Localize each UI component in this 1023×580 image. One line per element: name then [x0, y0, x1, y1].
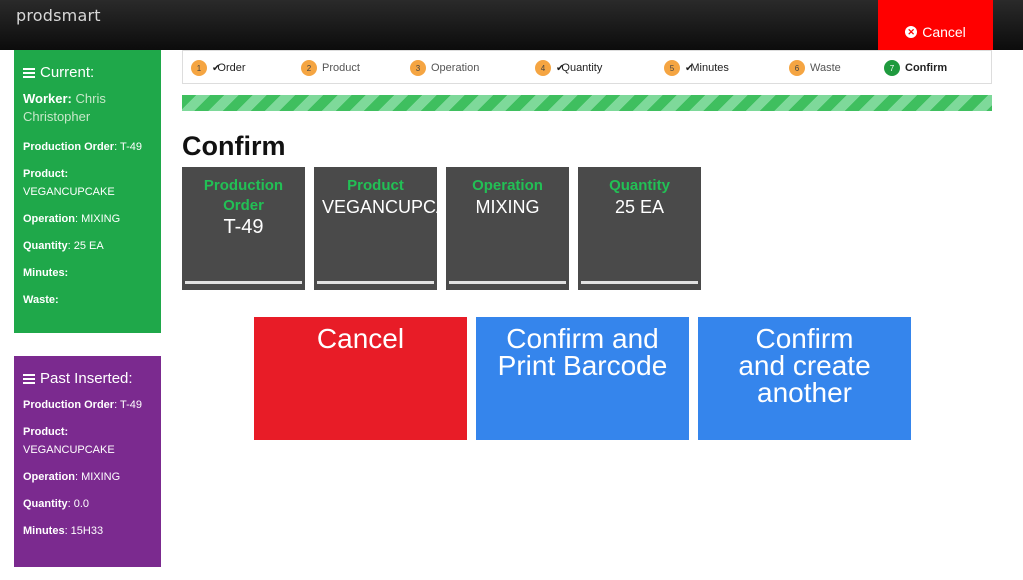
- step-product[interactable]: 2 Product: [301, 60, 360, 76]
- step-order[interactable]: 1 ✔Order: [191, 60, 246, 76]
- menu-icon: [23, 67, 35, 78]
- past-quantity-label: Quantity: [23, 498, 68, 510]
- past-minutes: Minutes: 15H33: [23, 522, 152, 540]
- current-quantity: Quantity: 25 EA: [23, 237, 152, 255]
- step-minutes[interactable]: 5 ✔Minutes: [664, 60, 729, 76]
- past-panel-title: Past Inserted:: [23, 370, 152, 387]
- past-product-value: VEGANCUPCAKE: [23, 444, 115, 456]
- tile-label: Operation: [472, 177, 543, 194]
- summary-tile-product: Product VEGANCUPCAKE: [314, 167, 437, 290]
- progress-bar: [182, 95, 992, 111]
- current-operation-value: : MIXING: [74, 213, 121, 225]
- current-panel-title: Current:: [23, 64, 152, 81]
- current-operation: Operation: MIXING: [23, 210, 152, 228]
- past-operation-label: Operation: [23, 471, 75, 483]
- past-minutes-label: Minutes: [23, 525, 65, 537]
- step-number: 2: [301, 60, 317, 76]
- step-label: Quantity: [561, 62, 603, 74]
- past-operation: Operation: MIXING: [23, 468, 152, 486]
- step-number: 5: [664, 60, 680, 76]
- wizard-steps: 1 ✔Order 2 Product 3 Operation 4 ✔Quanti…: [182, 50, 992, 84]
- tile-value: 25 EA: [614, 197, 665, 217]
- confirm-print-barcode-button[interactable]: Confirm and Print Barcode: [476, 317, 689, 440]
- header-cancel-label: Cancel: [922, 24, 966, 40]
- summary-tile-production-order: Production Order T-49: [182, 167, 305, 290]
- current-production-order-label: Production Order: [23, 141, 115, 153]
- confirm-create-another-button[interactable]: Confirm and create another: [698, 317, 911, 440]
- current-product-label: Product:: [23, 168, 69, 180]
- current-operation-label: Operation: [23, 213, 75, 225]
- step-label: Operation: [431, 62, 480, 74]
- current-title-text: Current:: [40, 64, 95, 81]
- current-quantity-value: : 25 EA: [67, 240, 104, 252]
- step-quantity[interactable]: 4 ✔Quantity: [535, 60, 602, 76]
- top-bar: prodsmart ✕ Cancel: [0, 0, 1023, 50]
- summary-tile-quantity: Quantity 25 EA: [578, 167, 701, 290]
- page-title: Confirm: [182, 131, 286, 161]
- past-production-order-value: : T-49: [114, 399, 142, 411]
- tile-value: MIXING: [475, 197, 540, 217]
- step-number: 3: [410, 60, 426, 76]
- current-production-order: Production Order: T-49: [23, 138, 152, 156]
- past-product: Product: VEGANCUPCAKE: [23, 423, 152, 459]
- current-production-order-value: : T-49: [114, 141, 142, 153]
- step-label: Waste: [810, 62, 841, 74]
- past-production-order: Production Order: T-49: [23, 396, 152, 414]
- past-inserted-panel: Past Inserted: Production Order: T-49 Pr…: [14, 356, 161, 567]
- current-waste: Waste:: [23, 291, 152, 309]
- menu-icon: [23, 373, 35, 384]
- past-production-order-label: Production Order: [23, 399, 115, 411]
- step-waste[interactable]: 6 Waste: [789, 60, 841, 76]
- worker-label: Worker:: [23, 91, 72, 106]
- current-minutes-label: Minutes:: [23, 267, 69, 279]
- past-title-text: Past Inserted:: [40, 370, 133, 387]
- current-worker: Worker: Chris Christopher: [23, 90, 152, 126]
- step-number: 7: [884, 60, 900, 76]
- step-label: Minutes: [690, 62, 729, 74]
- cancel-button[interactable]: Cancel: [254, 317, 467, 440]
- header-cancel-button[interactable]: ✕ Cancel: [878, 0, 993, 50]
- current-waste-label: Waste:: [23, 294, 59, 306]
- step-label: Confirm: [905, 62, 948, 74]
- x-circle-icon: ✕: [905, 26, 918, 38]
- tile-label: Quantity: [609, 177, 670, 194]
- current-minutes: Minutes:: [23, 264, 152, 282]
- step-number: 6: [789, 60, 805, 76]
- tile-value: VEGANCUPCAKE: [322, 197, 437, 217]
- past-quantity: Quantity: 0.0: [23, 495, 152, 513]
- step-label: Product: [322, 62, 360, 74]
- step-number: 4: [535, 60, 551, 76]
- step-number: 1: [191, 60, 207, 76]
- summary-tile-operation: Operation MIXING: [446, 167, 569, 290]
- current-product: Product: VEGANCUPCAKE: [23, 165, 152, 201]
- tile-value: T-49: [223, 216, 264, 238]
- brand-logo: prodsmart: [16, 6, 101, 25]
- step-label: Order: [217, 62, 246, 74]
- current-panel: Current: Worker: Chris Christopher Produ…: [14, 50, 161, 333]
- current-quantity-label: Quantity: [23, 240, 68, 252]
- step-operation[interactable]: 3 Operation: [410, 60, 479, 76]
- step-confirm[interactable]: 7 Confirm: [884, 60, 947, 76]
- past-quantity-value: : 0.0: [67, 498, 90, 510]
- past-product-label: Product:: [23, 426, 69, 438]
- current-product-value: VEGANCUPCAKE: [23, 186, 115, 198]
- tile-label: Product: [347, 177, 404, 194]
- tile-label: Production Order: [203, 177, 284, 214]
- past-operation-value: : MIXING: [74, 471, 121, 483]
- past-minutes-value: : 15H33: [64, 525, 104, 537]
